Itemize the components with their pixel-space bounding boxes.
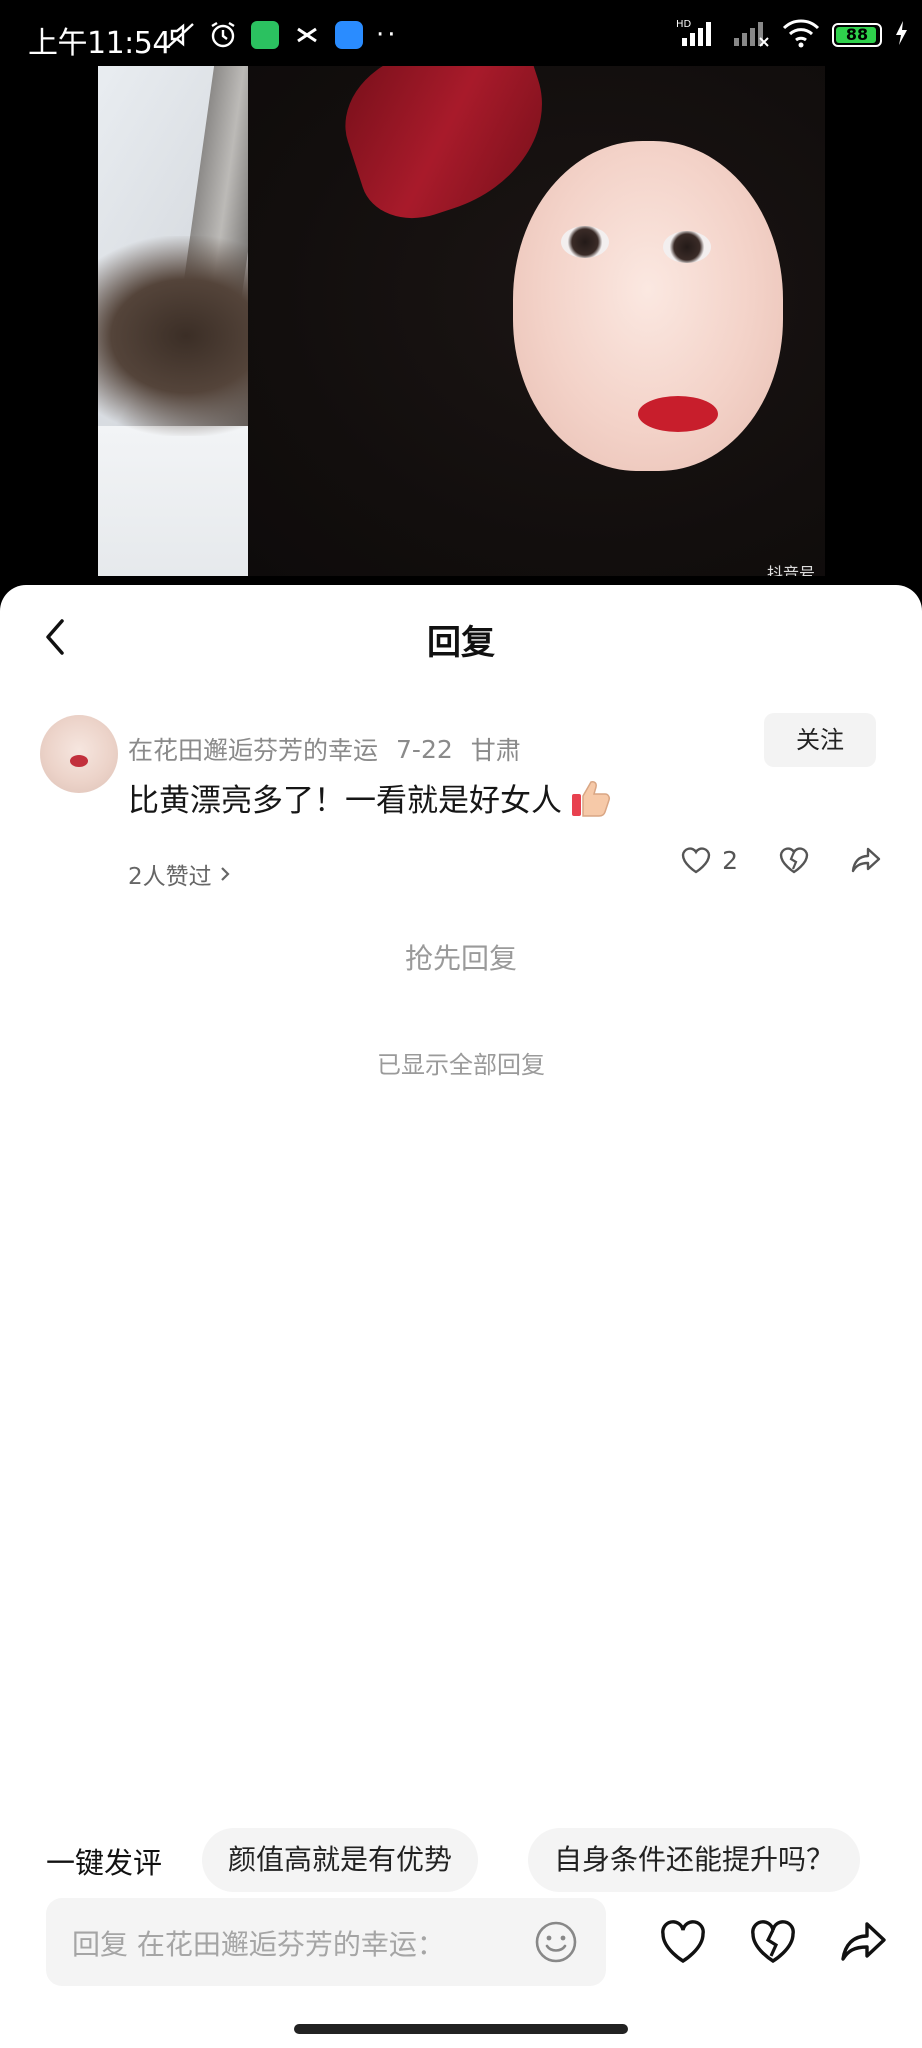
battery-icon: 88 bbox=[832, 23, 882, 47]
video-subject-eye bbox=[561, 226, 609, 258]
video-watermark: 抖音号 bbox=[766, 564, 815, 576]
comment-location: 甘肃 bbox=[470, 736, 521, 765]
video-player[interactable]: 抖音号 bbox=[98, 66, 825, 576]
like-count: 2 bbox=[722, 845, 738, 875]
broken-heart-icon bbox=[751, 1920, 795, 1963]
like-button[interactable]: 2 bbox=[680, 845, 738, 875]
status-notification-icons: ·· bbox=[166, 20, 399, 50]
quick-comment-chip[interactable]: 自身条件还能提升吗？ bbox=[528, 1828, 861, 1892]
video-subject-eye bbox=[663, 231, 711, 263]
liked-by-link[interactable]: 2人赞过 bbox=[128, 857, 232, 891]
comment-actions: 2 bbox=[680, 845, 882, 875]
share-arrow-icon bbox=[851, 847, 881, 873]
reply-input[interactable]: 回复 在花田邂逅芬芳的幸运： bbox=[46, 1898, 606, 1986]
comment-text: 比黄漂亮多了！一看就是好女人 bbox=[128, 783, 562, 819]
quick-comment-bar: 一键发评 颜值高就是有优势 自身条件还能提升吗？ bbox=[0, 1828, 922, 1894]
share-video-button[interactable] bbox=[838, 1918, 888, 1968]
heart-icon bbox=[661, 1920, 705, 1963]
more-notifications-icon: ·· bbox=[376, 20, 399, 50]
heart-icon bbox=[681, 847, 711, 874]
first-reply-button[interactable]: 抢先回复 bbox=[0, 937, 922, 977]
page-title: 回复 bbox=[427, 623, 495, 663]
share-button[interactable] bbox=[850, 845, 882, 875]
mute-icon bbox=[166, 20, 196, 50]
alarm-icon bbox=[208, 20, 238, 50]
follow-button[interactable]: 关注 bbox=[764, 713, 876, 767]
share-arrow-icon bbox=[841, 1922, 886, 1961]
avatar[interactable] bbox=[40, 715, 118, 793]
status-system-icons: HD 88 bbox=[676, 18, 908, 52]
broken-heart-icon bbox=[779, 847, 809, 874]
home-indicator[interactable] bbox=[294, 2024, 628, 2034]
dislike-video-button[interactable] bbox=[748, 1918, 798, 1968]
app-notification-icon bbox=[334, 20, 364, 50]
quick-comment-chip[interactable]: 颜值高就是有优势 bbox=[202, 1828, 479, 1892]
dislike-button[interactable] bbox=[778, 845, 810, 875]
comment-body[interactable]: 比黄漂亮多了！一看就是好女人 bbox=[128, 775, 612, 820]
battery-level: 88 bbox=[845, 25, 869, 44]
status-time: 上午11:54 bbox=[28, 26, 171, 61]
svg-text:HD: HD bbox=[676, 19, 692, 30]
comment-meta: 在花田邂逅芬芳的幸运 7-22 甘肃 bbox=[128, 731, 521, 767]
status-bar: 上午11:54 ·· HD 88 bbox=[0, 0, 922, 66]
signal-2-icon bbox=[730, 18, 770, 52]
liked-by-text: 2人赞过 bbox=[128, 864, 212, 890]
reply-input-placeholder: 回复 在花田邂逅芬芳的幸运： bbox=[72, 1928, 445, 1961]
quick-comment-label: 一键发评 bbox=[46, 1846, 163, 1880]
emoji-smile-icon bbox=[535, 1921, 577, 1963]
chevron-right-icon bbox=[220, 867, 230, 881]
video-subject-lips bbox=[638, 396, 718, 432]
comment-date: 7-22 bbox=[396, 734, 453, 764]
input-bar-actions bbox=[658, 1918, 888, 1968]
all-replies-shown-text: 已显示全部回复 bbox=[377, 1051, 545, 1079]
comment-username[interactable]: 在花田邂逅芬芳的幸运 bbox=[128, 731, 378, 767]
wifi-icon bbox=[782, 18, 820, 52]
emoji-button[interactable] bbox=[534, 1920, 578, 1964]
wechat-icon bbox=[250, 20, 280, 50]
signal-icon: HD bbox=[676, 18, 718, 52]
charging-icon bbox=[894, 20, 908, 50]
like-video-button[interactable] bbox=[658, 1918, 708, 1968]
thumbs-up-emoji-icon bbox=[568, 776, 612, 820]
capcut-icon bbox=[292, 20, 322, 50]
